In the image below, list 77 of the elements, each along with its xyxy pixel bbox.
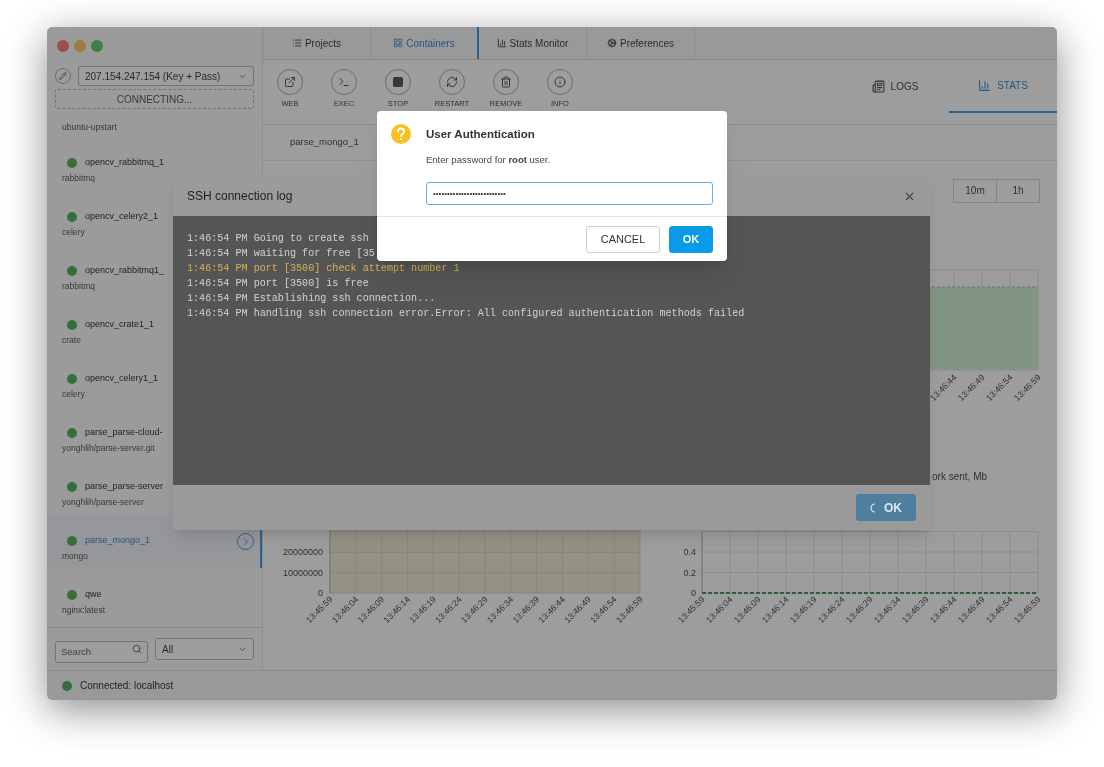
axis-label: 0.4 [683,547,696,557]
container-image: yonghlih/parse-server [62,497,144,507]
dialog-message: Enter password for root user. [426,153,552,168]
view-tab[interactable]: STATS [949,60,1057,113]
log-line: 1:46:54 PM port [3500] is free [187,277,369,291]
container-image: nginx:latest [62,605,105,615]
nav-tab[interactable]: Containers [371,27,479,59]
nav-tab[interactable]: Projects [263,27,371,59]
axis-label: 20000000 [282,547,323,558]
spinner-icon [870,502,876,513]
axis-label: 0 [318,588,323,598]
container-title: parse_mongo_1 [290,135,359,150]
view-tab[interactable]: LOGS [841,60,949,113]
container-item[interactable]: opencv_celery1_1 celery [47,352,262,406]
minimize-window-icon[interactable] [74,40,86,52]
ok-button[interactable]: OK [669,225,713,253]
container-item[interactable]: parse_parse-server yonghlih/parse-server [47,460,262,514]
search-icon [132,644,142,654]
container-name: opencv_rabbitmq1_ [85,264,165,278]
info-icon [554,76,566,88]
container-image: ubuntu-upstart [62,122,117,132]
container-image: rabbitmq [62,173,96,183]
container-image: celery [62,389,85,399]
grid-icon [393,38,404,48]
container-name: parse_mongo_1 [85,534,151,548]
question-icon [391,124,411,144]
log-line: 1:46:54 PM waiting for free [35 [187,247,375,261]
stop-icon [392,76,404,88]
ok-button[interactable]: OK [856,494,916,521]
container-name: opencv_rabbitmq_1 [85,156,165,170]
bar-chart-icon [496,38,507,48]
container-name: parse_parse-server [85,480,164,494]
container-item[interactable]: qwe nginx:latest [47,568,262,622]
container-item[interactable]: parse_parse-cloud- yonghlih/parse-server.git [47,406,262,460]
container-name: opencv_celery2_1 [85,210,159,224]
container-image: crate [62,335,81,345]
container-image: celery [62,227,85,237]
search-field[interactable]: Search [55,640,148,663]
time-range-button[interactable]: 1h [996,178,1040,203]
external-link-icon [284,76,296,88]
terminal-icon [338,76,350,88]
trash-icon [500,76,512,88]
container-name: opencv_crate1_1 [85,318,155,332]
bar-chart-icon [978,79,992,92]
status-text: Connected: localhost [80,679,174,693]
nav-tab[interactable]: Stats Monitor [479,27,587,59]
log-line: 1:46:54 PM Establishing ssh connection... [187,292,436,306]
container-image: mongo [62,551,88,561]
dialog-title: User Authentication [426,127,536,142]
log-line: 1:46:54 PM handling ssh connection error.Error: All configured authentication methods failed [187,307,745,321]
newspaper-icon [871,80,885,93]
axis-label: 0.2 [683,567,696,578]
container-image: yonghlih/parse-server.git [62,443,155,453]
connect-button[interactable]: CONNECTING... [55,89,254,109]
chart-title: ork sent, Mb [932,471,988,482]
container-name: qwe [85,588,102,602]
nav-tab[interactable]: Preferences [587,27,695,59]
filter-select[interactable]: All [155,638,254,660]
zoom-window-icon[interactable] [91,40,103,52]
host-select[interactable]: 207.154.247.154 (Key + Pass) [78,66,254,86]
container-image: rabbitmq [62,281,96,291]
list-icon [291,38,302,48]
pencil-icon [59,72,67,80]
container-name: parse_parse-cloud- [85,426,163,440]
axis-label: 10000000 [282,567,323,578]
gears-icon [607,38,618,48]
dialog-title: SSH connection log [187,188,293,205]
time-range-button[interactable]: 10m [953,178,997,203]
cancel-button[interactable]: CANCEL [586,225,660,253]
axis-label: 0 [691,588,696,598]
password-field[interactable]: •••••••••••••••••••••••••• [426,181,713,205]
container-item[interactable]: opencv_rabbitmq_1 rabbitmq [47,136,262,190]
container-name: opencv_celery1_1 [85,372,159,386]
refresh-icon [446,76,458,88]
close-window-icon[interactable] [57,40,69,52]
log-line: 1:46:54 PM port [3500] check attempt number 1 [187,262,460,276]
log-line: 1:46:54 PM Going to create ssh [187,232,369,246]
